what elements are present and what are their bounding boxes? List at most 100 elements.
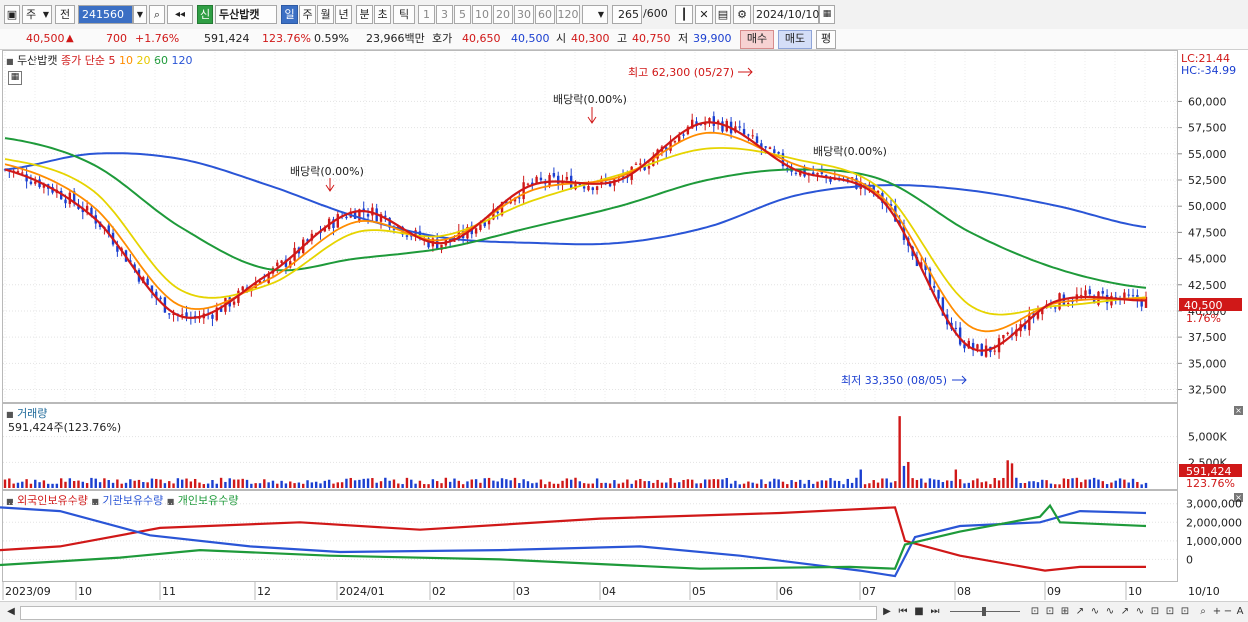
volume-bar [552,483,556,488]
period-day[interactable]: 일 [281,5,298,24]
period-second[interactable]: 초 [374,5,391,24]
volume-bar [1084,479,1087,488]
volume-bar [103,478,106,488]
volume-bar [669,478,672,488]
tool-icon-7[interactable]: ↗ [1118,605,1132,619]
tool-icon-4[interactable]: ↗ [1073,605,1087,619]
volume-bar [388,480,391,488]
volume-bar [565,478,569,488]
code-dropdown-icon[interactable]: ▼ [133,5,147,24]
forward-icon[interactable]: ⏭ [928,605,942,619]
interval-10[interactable]: 10 [472,5,492,24]
volume-bar [379,481,383,488]
interval-30[interactable]: 30 [514,5,534,24]
holdings-chart[interactable]: 3,000,000 2,000,000 1,000,000 0 [0,490,1248,582]
tool-icon-11[interactable]: ⊡ [1178,605,1192,619]
interval-3[interactable]: 3 [436,5,453,24]
candle-body [479,224,482,230]
layout-icon[interactable]: ▣ [4,5,20,24]
volume-bar [42,480,46,488]
code-input[interactable]: 241560 [78,5,133,24]
speaker-icon[interactable]: ◂◂ [167,5,193,24]
volume-bars [3,416,1148,488]
font-size-icon[interactable]: A [1233,605,1247,619]
market-select[interactable]: 주 ▼ [22,5,52,24]
tool-icon-1[interactable]: ⊡ [1028,605,1042,619]
volume-bar [345,478,348,488]
period-tick[interactable]: 틱 [393,5,415,24]
volume-bar [725,477,728,488]
horizontal-scrollbar[interactable] [20,606,877,620]
quote-label: 호가 [432,32,453,45]
period-week[interactable]: 주 [299,5,316,24]
volume-bar [976,478,979,488]
volume-bar [137,479,141,488]
interval-120[interactable]: 120 [556,5,580,24]
candle-body [976,344,979,349]
candle-icon[interactable]: ┃ [675,5,693,24]
volume-bar [907,461,910,488]
interval-5[interactable]: 5 [454,5,471,24]
volume-bar [410,479,413,488]
volume-bar [483,478,486,488]
buy-button[interactable]: 매수 [740,30,774,49]
tool-icon-10[interactable]: ⊡ [1163,605,1177,619]
volume-bar [911,478,914,488]
save-icon[interactable]: ▤ [715,5,731,24]
volume-bar [3,479,7,488]
period-year[interactable]: 년 [335,5,352,24]
volume-bar [1123,479,1126,488]
candle-body [682,134,685,136]
volume-bar [1058,484,1061,488]
volume-bar [842,484,845,488]
candle-body [1002,335,1005,339]
gear-icon[interactable]: ⚙ [733,5,751,24]
count-input[interactable]: 265 [612,5,642,24]
tool-icon-9[interactable]: ⊡ [1148,605,1162,619]
interval-dropdown-icon[interactable]: ▼ [582,5,608,24]
volume-bar [215,483,218,488]
volume-bar [163,483,167,488]
tool-icon-6[interactable]: ∿ [1103,605,1117,619]
dividend-annotation-3: 배당락(0.00%) [813,145,887,158]
period-month[interactable]: 월 [317,5,334,24]
volume-bar [656,479,659,488]
interval-60[interactable]: 60 [535,5,555,24]
scroll-right-icon[interactable]: ▶ [880,605,894,619]
low-annotation: 최저 33,350 (08/05) [841,374,947,387]
candle-body [474,228,478,234]
prefix-button[interactable]: 전 [55,5,75,24]
sell-button[interactable]: 매도 [778,30,812,49]
search-icon[interactable]: ⌕ [1196,605,1210,619]
interval-1[interactable]: 1 [418,5,435,24]
tool-icon-5[interactable]: ∿ [1088,605,1102,619]
interval-20[interactable]: 20 [493,5,513,24]
calendar-icon[interactable]: ▦ [819,5,835,24]
rewind-icon[interactable]: ⏮ [896,605,910,619]
period-minute[interactable]: 분 [356,5,373,24]
scroll-left-icon[interactable]: ◀ [4,605,18,619]
high-arrow-icon [738,67,753,77]
price-chart[interactable]: 60,000 57,500 55,000 52,500 50,000 47,500 45,0… [0,50,1248,403]
zoom-slider-handle[interactable] [982,607,986,616]
date-input[interactable]: 2024/10/10 [753,5,819,24]
volume-bar [703,479,707,488]
candle-body [755,136,759,143]
crosshair-icon[interactable]: ✕ [695,5,713,24]
volume-bar [997,480,1001,488]
volume-bar [799,479,802,488]
candle-body [768,147,772,150]
price-tick-label: 57,500 [1188,122,1227,135]
volume-chart[interactable]: 5,000K2,500K 591,424 123.76% [0,403,1248,490]
tool-icon-8[interactable]: ∿ [1133,605,1147,619]
eval-button[interactable]: 평 [816,30,836,49]
volume-bar [600,482,603,488]
candle-body [29,181,33,184]
tool-icon-2[interactable]: ⊡ [1043,605,1057,619]
volume-bar [993,477,996,488]
tool-icon-3[interactable]: ⊞ [1058,605,1072,619]
stop-icon[interactable]: ■ [912,605,926,619]
volume-bar [276,483,279,488]
volume-bar [933,479,936,488]
search-icon[interactable]: ⌕ [149,5,165,24]
